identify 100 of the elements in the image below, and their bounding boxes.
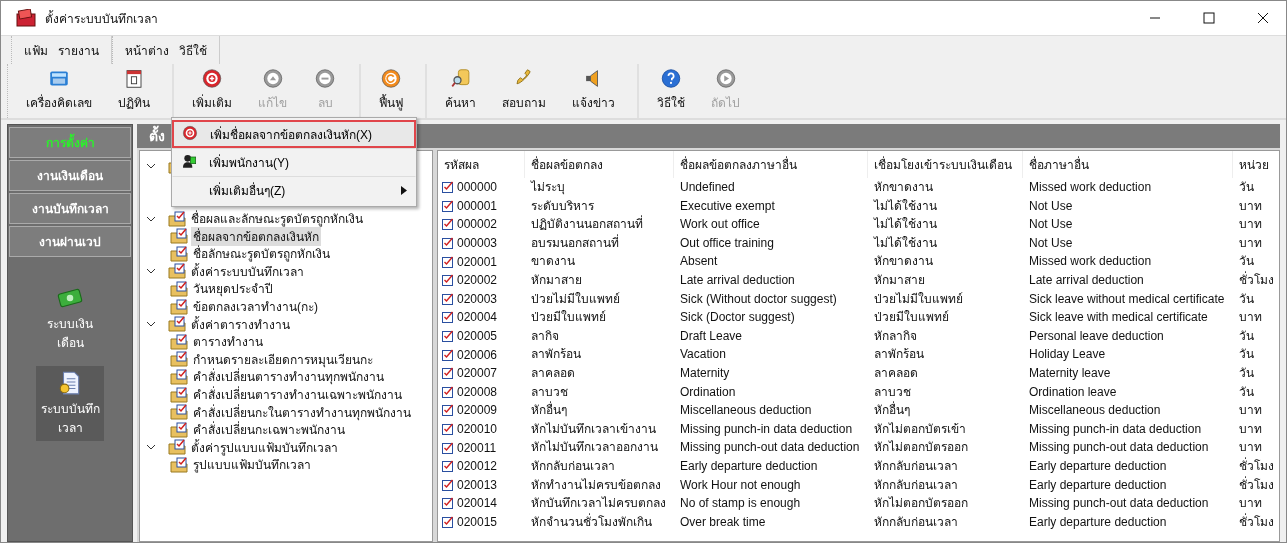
toolbar-button[interactable]: ปฏิทิน [110, 64, 158, 118]
record-icon [442, 255, 454, 268]
table-cell: 020007 [457, 366, 498, 381]
table-cell-text: Ordination leave [1028, 383, 1118, 401]
table-cell-text: หักไม่บันทึกเวลาออกงาน [530, 439, 659, 457]
table-cell-text: Holiday Leave [1028, 346, 1107, 364]
toolbar-button[interactable]: เครื่องคิดเลข [18, 64, 100, 118]
tree-item[interactable]: รูปแบบแฟ้มบันทึกเวลา [191, 455, 313, 475]
table-cell-text: บาท [1238, 439, 1263, 457]
column-header[interactable]: เชื่อมโยงเข้าระบบเงินเดือน [868, 151, 1023, 178]
column-header[interactable]: รหัสผล [438, 151, 525, 178]
column-header[interactable]: ชื่อผลข้อตกลง [525, 151, 674, 178]
nav-button[interactable]: งานผ่านเวป [9, 226, 131, 257]
table-cell-text: ลากิจ [530, 327, 560, 345]
module-button[interactable]: ระบบเงินเดือน [36, 281, 104, 356]
record-icon [442, 274, 454, 287]
table-cell: 020006 [457, 347, 498, 362]
tree-item[interactable]: ข้อตกลงเวลาทำงาน(กะ) [191, 297, 320, 317]
table-cell: 000003 [457, 236, 498, 251]
tree-item[interactable]: วันหยุดประจำปี [191, 279, 275, 299]
toolbar-button[interactable]: ค้นหา [437, 64, 484, 118]
tree-item[interactable]: ตั้งค่าระบบบันทึกเวลา [189, 261, 306, 281]
table-cell-text: Not Use [1028, 197, 1074, 215]
tree-item[interactable]: ตั้งค่ารูปแบบแฟ้มบันทึกเวลา [189, 437, 340, 457]
table-cell: 020012 [457, 459, 498, 474]
panel-title: ตั้ง [149, 125, 165, 147]
toolbar-button[interactable]: สอบถาม [494, 64, 554, 118]
table-cell-text: วัน [1238, 179, 1255, 196]
table-cell-text: บาท [1238, 402, 1263, 420]
table-cell-text: Early departure deduction [679, 457, 819, 475]
record-icon [442, 311, 454, 324]
record-icon [442, 330, 454, 343]
tree-item[interactable]: คำสั่งเปลี่ยนกะในตารางทำงานทุกพนักงาน [191, 402, 413, 422]
table-cell-text: Missed work deduction [1028, 253, 1153, 271]
table-cell-text: Missing punch-out data deduction [1028, 439, 1210, 457]
table-cell-text: Work out office [679, 216, 761, 234]
tree-item[interactable]: ชื่อผลและลักษณะรูดบัตรถูกหักเงิน [189, 209, 365, 229]
table-cell: 020013 [457, 477, 498, 492]
folder-icon [168, 439, 186, 456]
record-icon [442, 441, 454, 454]
table-cell-text: ชั่วโมง [1238, 512, 1275, 531]
plus-icon [200, 68, 224, 89]
table-cell-text: ไม่ระบุ [529, 179, 566, 197]
table-cell-text: Sick leave with medical certificate [1028, 309, 1209, 327]
table-cell-text: ป่วยมีใบแพทย์ [530, 309, 607, 327]
record-icon [442, 181, 454, 194]
nav-button[interactable]: งานบันทึกเวลา [9, 193, 131, 224]
app-icon [15, 9, 37, 27]
column-header[interactable]: ชื่อผลข้อตกลงภาษาอื่น [674, 151, 868, 178]
table-cell-text: หักมาสาย [530, 271, 583, 289]
tree-item[interactable]: คำสั่งเปลี่ยนกะเฉพาะพนักงาน [191, 420, 347, 440]
nav-button[interactable]: งานเงินเดือน [9, 160, 131, 191]
table-cell-text: Maternity leave [1028, 364, 1112, 382]
menu-item[interactable]: เพิ่มชื่อผลจากข้อตกลงเงินหัก(X) [172, 120, 416, 148]
toolbar-button[interactable]: แจ้งข่าว [564, 64, 623, 118]
record-icon [442, 199, 454, 212]
table-cell-text: หักไม่บันทึกเวลาเข้างาน [530, 420, 657, 438]
table-cell-text: หักอื่นๆ [530, 401, 568, 420]
table-cell-text: หักกลับก่อนเวลา [873, 457, 959, 475]
module-button[interactable]: ระบบบันทึกเวลา [36, 366, 104, 441]
column-header[interactable]: หน่วย [1233, 151, 1279, 178]
record-icon [442, 497, 454, 510]
toolbar-button[interactable]: วิธีใช้ [649, 64, 693, 118]
plus-icon [182, 125, 198, 141]
tree-item[interactable]: ตั้งค่าตารางทำงาน [189, 314, 292, 334]
table-cell-text: Sick (Doctor suggest) [679, 309, 796, 327]
minus-icon [313, 68, 337, 89]
table-cell-text: บาท [1238, 420, 1263, 438]
table-cell-text: Vacation [679, 346, 727, 364]
table-cell-text: Over break time [679, 513, 767, 531]
table-cell: 020003 [457, 291, 498, 306]
table-cell-text: Missing punch-in data deduction [679, 420, 854, 438]
menu-item[interactable]: วิธีใช้ [177, 38, 209, 62]
tree-item[interactable]: กำหนดรายละเอียดการหมุนเวียนกะ [191, 349, 375, 369]
tree-item[interactable]: ชื่อลักษณะรูดบัตรถูกหักเงิน [191, 244, 332, 264]
table-cell-text: ลาบวช [873, 383, 912, 401]
menu-item[interactable]: รายงาน [56, 38, 101, 62]
column-header[interactable]: ชื่อภาษาอื่น [1023, 151, 1233, 178]
table-cell: 020011 [457, 440, 497, 455]
table-cell-text: หักบันทึกเวลาไม่ครบตกลง [530, 495, 667, 513]
table-cell: 000002 [457, 217, 498, 232]
tree-item[interactable]: คำสั่งเปลี่ยนตารางทำงานเฉพาะพนักงาน [191, 385, 404, 404]
table-cell-text: Not Use [1028, 234, 1074, 252]
menu-item[interactable]: แฟ้ม [22, 38, 50, 62]
tree-item[interactable]: ชื่อผลจากข้อตกลงเงินหัก [191, 226, 321, 246]
folder-icon [170, 245, 188, 262]
menu-item[interactable]: หน้าต่าง [123, 38, 171, 62]
folder-icon [170, 386, 188, 403]
tree-item[interactable]: คำสั่งเปลี่ยนตารางทำงานทุกพนักงาน [191, 367, 386, 387]
table-cell-text: วัน [1238, 383, 1255, 401]
table-cell: 020001 [457, 254, 498, 269]
table-cell-text: หักขาดงาน [873, 253, 934, 271]
folder-icon [170, 228, 188, 245]
table-cell-text: หักขาดงาน [873, 179, 934, 196]
table-cell: 000000 [457, 180, 498, 195]
menu-item[interactable]: เพิ่มเติมอื่นๆ(Z) [172, 176, 416, 204]
tree-item[interactable]: ตารางทำงาน [191, 332, 265, 352]
table-cell-text: Missing punch-in data deduction [1028, 420, 1203, 438]
folder-icon [168, 210, 186, 227]
table-cell-text: อบรมนอกสถานที่ [530, 233, 620, 252]
